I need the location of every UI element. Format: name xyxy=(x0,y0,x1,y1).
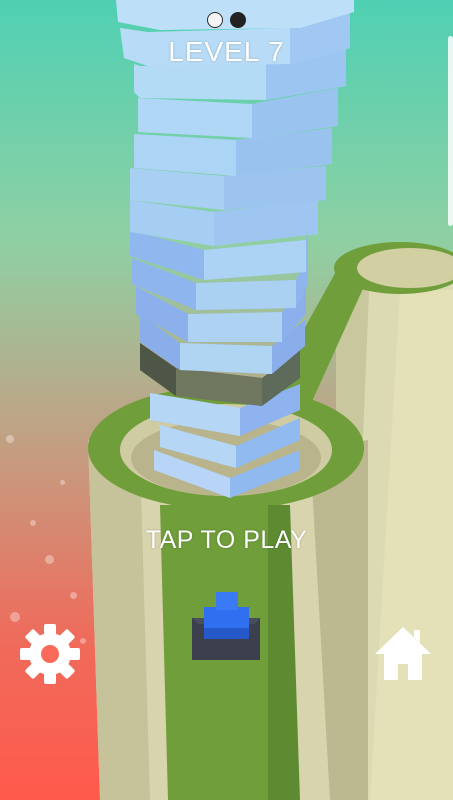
scrollbar-thumb[interactable] xyxy=(448,36,453,226)
progress-dot-current xyxy=(230,12,246,28)
game-scene[interactable]: LEVEL 7 TAP TO PLAY xyxy=(0,0,453,800)
progress-dot-completed xyxy=(207,12,223,28)
home-icon xyxy=(375,627,431,680)
tap-to-play-prompt[interactable]: TAP TO PLAY xyxy=(0,526,453,555)
level-progress xyxy=(207,12,246,28)
settings-button[interactable] xyxy=(18,622,82,686)
gear-icon xyxy=(20,624,80,684)
home-button[interactable] xyxy=(372,624,434,684)
level-title: LEVEL 7 xyxy=(168,36,285,67)
